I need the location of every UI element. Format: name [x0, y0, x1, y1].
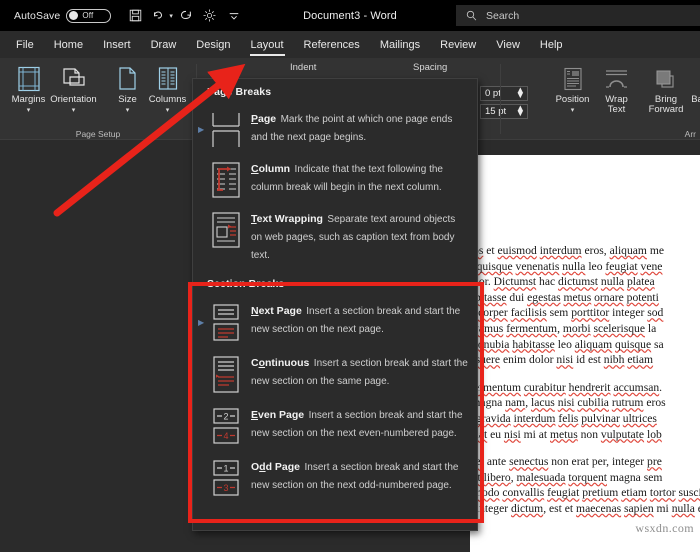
ribbon-group-page-setup: Margins ▾ Orientation ▾	[0, 58, 196, 140]
wrap-text-button[interactable]: Wrap Text	[592, 62, 641, 124]
bring-forward-icon	[654, 62, 679, 92]
size-caret-icon[interactable]: ▾	[126, 106, 130, 114]
undo-icon[interactable]	[148, 5, 170, 27]
svg-text:2: 2	[223, 412, 228, 422]
document-body-text[interactable]: ptos et euismod interdum eros, aliquam m…	[470, 243, 700, 529]
document-page[interactable]: ptos et euismod interdum eros, aliquam m…	[470, 155, 700, 552]
margins-icon	[17, 62, 41, 92]
menu-item-title: Next Page	[251, 305, 302, 317]
columns-button[interactable]: Columns ▾	[143, 62, 192, 124]
menu-item-next-page-break[interactable]: ▶ Next Page Insert a section break and s…	[193, 296, 477, 348]
menu-item-description: Mark the point at which one page ends an…	[251, 114, 452, 143]
size-label: Size	[118, 95, 136, 105]
tab-insert[interactable]: Insert	[93, 31, 141, 58]
menu-item-title: Text Wrapping	[251, 213, 323, 225]
continuous-break-icon	[205, 353, 247, 395]
tab-home[interactable]: Home	[44, 31, 93, 58]
spacing-before-value: 0 pt	[485, 88, 501, 99]
column-break-icon	[205, 159, 247, 199]
document-paragraph: t fermentum curabitur hendrerit accumsan…	[470, 380, 700, 442]
menu-item-title: Odd Page	[251, 461, 300, 473]
size-icon	[117, 62, 138, 92]
send-backward-button[interactable]: Ba	[690, 62, 700, 124]
ribbon-tabs: File Home Insert Draw Design Layout Refe…	[0, 31, 700, 58]
odd-page-break-icon: 1 3	[205, 457, 247, 499]
tab-review[interactable]: Review	[430, 31, 486, 58]
menu-item-title: Continuous	[251, 357, 309, 369]
bring-forward-label-line2: Forward	[649, 105, 684, 115]
menu-item-title: Even Page	[251, 409, 304, 421]
undo-dropdown-caret-icon[interactable]: ▾	[169, 12, 173, 20]
bring-forward-button[interactable]: Bring Forward	[638, 62, 694, 124]
orientation-button[interactable]: Orientation ▾	[49, 62, 98, 124]
menu-item-continuous-break[interactable]: Continuous Insert a section break and st…	[193, 348, 477, 400]
quick-access-toolbar: ▾	[124, 5, 245, 27]
page-breaks-header: Page Breaks	[193, 79, 477, 104]
breaks-dropdown-menu: Page Breaks ▶ Page Mark the point at whi…	[192, 78, 478, 531]
orientation-label: Orientation	[50, 95, 96, 105]
document-paragraph: quet ante senectus non erat per, integer…	[470, 454, 700, 516]
menu-item-text-wrapping-break[interactable]: Text Wrapping Separate text around objec…	[193, 204, 477, 268]
margins-label: Margins	[12, 95, 46, 105]
redo-icon[interactable]	[175, 5, 197, 27]
word-window: AutoSave Off ▾	[0, 0, 700, 552]
page-setup-group-label: Page Setup	[0, 129, 196, 139]
autosave-knob	[69, 11, 78, 20]
next-page-break-icon	[205, 301, 247, 343]
autosave-label: AutoSave	[14, 10, 60, 22]
hover-marker-icon: ▶	[198, 125, 205, 134]
tab-mailings[interactable]: Mailings	[370, 31, 430, 58]
document-paragraph: ptos et euismod interdum eros, aliquam m…	[470, 243, 700, 368]
menu-item-page-break[interactable]: ▶ Page Mark the point at which one page …	[193, 104, 477, 154]
menu-item-title: Column	[251, 163, 290, 175]
customize-quick-access-icon[interactable]	[223, 5, 245, 27]
tab-help[interactable]: Help	[530, 31, 573, 58]
tab-file[interactable]: File	[6, 31, 44, 58]
title-bar: AutoSave Off ▾	[0, 0, 700, 31]
position-icon	[563, 62, 583, 92]
autosave-state: Off	[82, 11, 93, 20]
svg-text:4: 4	[223, 431, 228, 441]
svg-text:3: 3	[223, 483, 228, 493]
text-wrapping-break-icon	[205, 209, 247, 263]
watermark: wsxdn.com	[635, 521, 694, 536]
search-box[interactable]: Search	[456, 5, 700, 26]
svg-text:1: 1	[223, 464, 228, 474]
menu-item-odd-page-break[interactable]: 1 3 Odd Page Insert a section break and …	[193, 452, 477, 504]
search-placeholder: Search	[486, 10, 519, 22]
columns-icon	[157, 62, 179, 92]
orientation-icon	[61, 62, 87, 92]
menu-item-even-page-break[interactable]: 2 4 Even Page Insert a section break and…	[193, 400, 477, 452]
position-button[interactable]: Position ▾	[548, 62, 597, 124]
tab-references[interactable]: References	[294, 31, 370, 58]
position-label: Position	[556, 95, 590, 105]
margins-caret-icon[interactable]: ▾	[27, 106, 31, 114]
tab-layout[interactable]: Layout	[241, 31, 294, 58]
autosave-toggle[interactable]: Off	[66, 9, 111, 23]
save-icon[interactable]	[124, 5, 146, 27]
wrap-text-icon	[604, 62, 629, 92]
menu-item-title: Page	[251, 113, 276, 125]
tab-draw[interactable]: Draw	[141, 31, 187, 58]
page-break-icon	[205, 109, 247, 149]
hover-marker-icon: ▶	[198, 318, 205, 327]
columns-label: Columns	[149, 95, 187, 105]
even-page-break-icon: 2 4	[205, 405, 247, 447]
ribbon-group-arrange: Position ▾ Wrap Text	[500, 58, 700, 140]
position-caret-icon[interactable]: ▾	[571, 106, 575, 114]
margins-button[interactable]: Margins ▾	[4, 62, 53, 124]
tab-design[interactable]: Design	[186, 31, 240, 58]
arrange-group-label: Arr	[500, 129, 700, 139]
touch-mode-icon[interactable]	[199, 5, 221, 27]
send-backward-label: Ba	[691, 95, 700, 105]
menu-item-column-break[interactable]: Column Indicate that the text following …	[193, 154, 477, 204]
tab-view[interactable]: View	[486, 31, 530, 58]
orientation-caret-icon[interactable]: ▾	[72, 106, 76, 114]
search-icon	[466, 10, 477, 21]
columns-caret-icon[interactable]: ▾	[166, 106, 170, 114]
section-breaks-header: Section Breaks	[193, 268, 477, 296]
wrap-text-label-line2: Text	[608, 105, 625, 115]
